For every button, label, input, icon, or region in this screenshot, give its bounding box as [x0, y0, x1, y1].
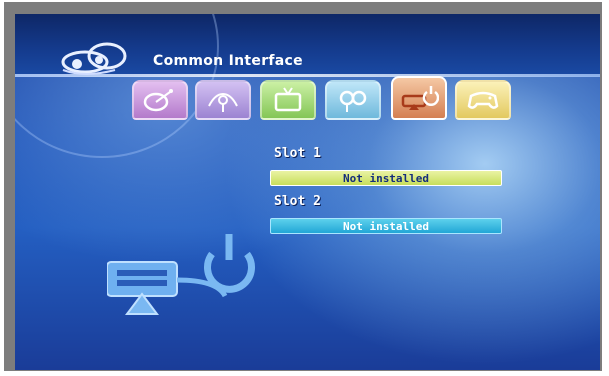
slot-1-label: Slot 1	[274, 146, 321, 161]
osd-screen: Common Interface Slot 1 Not installed Sl…	[15, 14, 600, 370]
slot-2-label: Slot 2	[274, 194, 321, 209]
common-interface-icon	[401, 86, 439, 110]
tab-satellite[interactable]	[132, 80, 188, 120]
slot-1-status[interactable]: Not installed	[270, 170, 502, 186]
page-title: Common Interface	[153, 53, 303, 69]
tab-games[interactable]	[455, 80, 511, 120]
antenna-search-icon	[208, 92, 238, 112]
tab-channel-search[interactable]	[195, 80, 251, 120]
gamepad-icon	[467, 91, 499, 109]
satellite-icon	[143, 89, 173, 112]
slot-2-status[interactable]: Not installed	[270, 218, 502, 234]
tv-frame: Common Interface Slot 1 Not installed Sl…	[4, 2, 602, 371]
parental-users-icon	[339, 90, 367, 112]
common-interface-large-icon	[107, 234, 255, 315]
tab-common-interface[interactable]	[391, 76, 447, 120]
tab-parental[interactable]	[325, 80, 381, 120]
tv-icon	[274, 87, 302, 112]
tab-tv[interactable]	[260, 80, 316, 120]
